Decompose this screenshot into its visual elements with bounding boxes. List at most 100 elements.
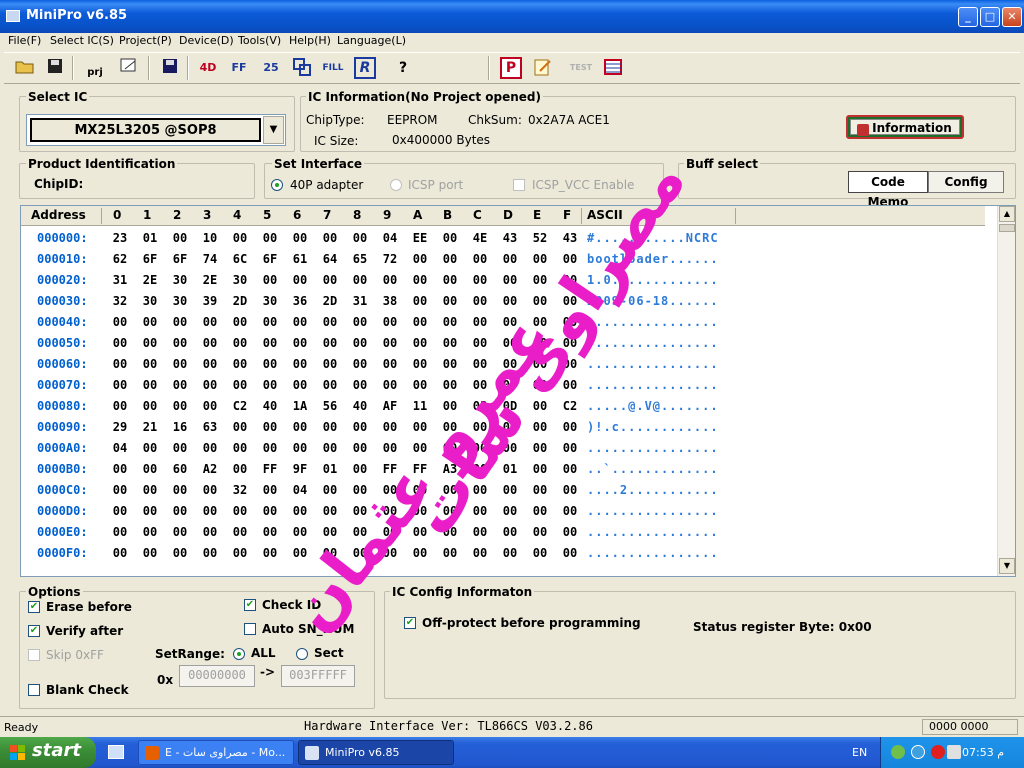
hex-cell[interactable]: 00 bbox=[525, 378, 555, 392]
hex-cell[interactable]: 00 bbox=[225, 357, 255, 371]
hex-cell[interactable]: 00 bbox=[285, 378, 315, 392]
hex-cell[interactable]: 00 bbox=[525, 357, 555, 371]
hex-cell[interactable]: 00 bbox=[495, 441, 525, 455]
hex-cell[interactable]: 00 bbox=[465, 420, 495, 434]
checkbox-verify-after[interactable]: ✔ bbox=[28, 625, 40, 637]
network-icon[interactable] bbox=[891, 745, 905, 759]
hex-cell[interactable]: 00 bbox=[495, 546, 525, 560]
hex-cell[interactable]: 00 bbox=[195, 399, 225, 413]
hex-cell[interactable]: 00 bbox=[525, 441, 555, 455]
hex-cell[interactable]: 00 bbox=[555, 483, 585, 497]
hex-cell[interactable]: 00 bbox=[315, 231, 345, 245]
hex-cell[interactable]: 00 bbox=[405, 378, 435, 392]
hex-cell[interactable]: 00 bbox=[255, 420, 285, 434]
checkbox-check-id[interactable]: ✔ bbox=[244, 599, 256, 611]
edit-icon[interactable] bbox=[532, 57, 554, 79]
hex-cell[interactable]: 00 bbox=[525, 525, 555, 539]
hex-cell[interactable]: 38 bbox=[375, 294, 405, 308]
hex-cell[interactable]: 00 bbox=[195, 504, 225, 518]
hex-cell[interactable]: 00 bbox=[225, 504, 255, 518]
save-project-icon[interactable] bbox=[118, 57, 140, 79]
show-desktop-icon[interactable] bbox=[108, 745, 124, 759]
close-button[interactable]: ✕ bbox=[1002, 7, 1022, 27]
ascii-cell[interactable]: ................ bbox=[587, 336, 719, 350]
table-row[interactable]: 0000E0: 00 00 00 00 00 00 00 00 00 00 00 00 00 00 00 00.… bbox=[21, 521, 985, 542]
hex-cell[interactable]: 00 bbox=[465, 378, 495, 392]
hex-cell[interactable]: 00 bbox=[435, 315, 465, 329]
hex-cell[interactable]: 00 bbox=[135, 462, 165, 476]
ascii-cell[interactable]: bootloader...... bbox=[587, 252, 719, 266]
hex-cell[interactable]: 00 bbox=[495, 336, 525, 350]
radio-40p-adapter[interactable] bbox=[271, 179, 283, 191]
hex-cell[interactable]: 01 bbox=[135, 231, 165, 245]
hex-cell[interactable]: 65 bbox=[345, 252, 375, 266]
radio-icsp-port[interactable] bbox=[390, 179, 402, 191]
save-icon[interactable] bbox=[44, 57, 66, 79]
hex-cell[interactable]: 00 bbox=[375, 273, 405, 287]
hex-cell[interactable]: 43 bbox=[555, 231, 585, 245]
hex-cell[interactable]: 0D bbox=[495, 399, 525, 413]
program-icon[interactable]: R bbox=[354, 57, 376, 79]
table-row[interactable]: 000000: 23 01 00 10 00 00 00 00 00 04 EE 00 4E 43 52 43 #… bbox=[21, 227, 985, 248]
hex-cell[interactable]: 00 bbox=[435, 357, 465, 371]
hex-cell[interactable]: 00 bbox=[315, 546, 345, 560]
ascii-cell[interactable]: ................ bbox=[587, 315, 719, 329]
hex-cell[interactable]: 00 bbox=[195, 546, 225, 560]
hex-cell[interactable]: 29 bbox=[105, 420, 135, 434]
hex-cell[interactable]: 00 bbox=[315, 504, 345, 518]
hex-cell[interactable]: 00 bbox=[315, 420, 345, 434]
hex-cell[interactable]: 62 bbox=[105, 252, 135, 266]
hex-cell[interactable]: 00 bbox=[465, 252, 495, 266]
hex-cell[interactable]: 00 bbox=[525, 399, 555, 413]
hex-cell[interactable]: 00 bbox=[525, 315, 555, 329]
table-row[interactable]: 000090: 29 21 16 63 00 00 00 00 00 00 00 00 00 00 00 00)… bbox=[21, 416, 985, 437]
hex-cell[interactable]: C2 bbox=[225, 399, 255, 413]
checkbox-icsp-vcc[interactable] bbox=[513, 179, 525, 191]
hex-cell[interactable]: 00 bbox=[195, 315, 225, 329]
hex-cell[interactable]: 00 bbox=[435, 378, 465, 392]
hex-cell[interactable]: 00 bbox=[465, 273, 495, 287]
hex-cell[interactable]: 00 bbox=[255, 546, 285, 560]
hex-cell[interactable]: 00 bbox=[555, 357, 585, 371]
checkbox-blank-check[interactable] bbox=[28, 684, 40, 696]
blank-check-icon[interactable]: 25 bbox=[260, 57, 282, 79]
hex-cell[interactable]: 00 bbox=[135, 399, 165, 413]
hex-cell[interactable]: 00 bbox=[105, 315, 135, 329]
hex-cell[interactable]: 00 bbox=[255, 231, 285, 245]
hex-cell[interactable]: 00 bbox=[285, 441, 315, 455]
chip-icon[interactable] bbox=[602, 57, 624, 79]
hex-cell[interactable]: 30 bbox=[165, 294, 195, 308]
table-row[interactable]: 000010: 62 6F 6F 74 6C 6F 61 64 65 72 00 00 00 00 00 00 b… bbox=[21, 248, 985, 269]
hex-cell[interactable]: 00 bbox=[375, 483, 405, 497]
code-memo-tab[interactable]: Code Memo bbox=[848, 171, 928, 209]
hex-cell[interactable]: 00 bbox=[105, 504, 135, 518]
hex-cell[interactable]: 00 bbox=[105, 336, 135, 350]
hex-cell[interactable]: 30 bbox=[225, 273, 255, 287]
hex-cell[interactable]: 00 bbox=[255, 336, 285, 350]
hex-cell[interactable]: 00 bbox=[165, 231, 195, 245]
hex-cell[interactable]: 00 bbox=[495, 504, 525, 518]
hex-cell[interactable]: 00 bbox=[315, 357, 345, 371]
hex-cell[interactable]: 00 bbox=[465, 441, 495, 455]
hex-cell[interactable]: 01 bbox=[495, 462, 525, 476]
hex-cell[interactable]: 00 bbox=[435, 294, 465, 308]
volume-icon[interactable] bbox=[947, 745, 961, 759]
hex-cell[interactable]: 00 bbox=[345, 420, 375, 434]
hex-cell[interactable]: 00 bbox=[555, 525, 585, 539]
hex-cell[interactable]: 00 bbox=[255, 273, 285, 287]
hex-cell[interactable]: 11 bbox=[405, 399, 435, 413]
hex-cell[interactable]: 00 bbox=[135, 483, 165, 497]
hex-cell[interactable]: 00 bbox=[555, 420, 585, 434]
hex-cell[interactable]: EE bbox=[405, 231, 435, 245]
hex-cell[interactable]: 00 bbox=[495, 357, 525, 371]
hex-cell[interactable]: 00 bbox=[375, 315, 405, 329]
hex-cell[interactable]: 2D bbox=[315, 294, 345, 308]
hex-cell[interactable]: 00 bbox=[165, 378, 195, 392]
hex-cell[interactable]: 00 bbox=[405, 546, 435, 560]
hex-cell[interactable]: 00 bbox=[345, 504, 375, 518]
hex-cell[interactable]: 61 bbox=[285, 252, 315, 266]
hex-cell[interactable]: 2E bbox=[195, 273, 225, 287]
checkbox-erase-before[interactable]: ✔ bbox=[28, 601, 40, 613]
hex-cell[interactable]: 00 bbox=[135, 315, 165, 329]
test-icon[interactable]: TEST bbox=[566, 57, 596, 79]
